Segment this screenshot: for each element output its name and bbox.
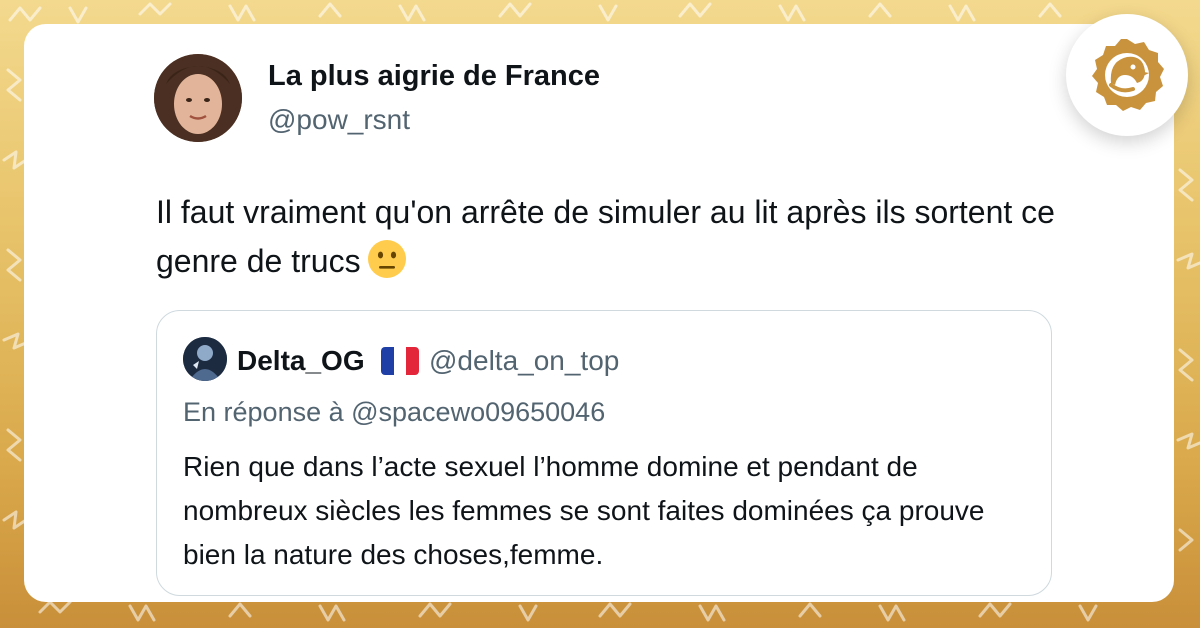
neutral-face-emoji-icon bbox=[367, 240, 406, 278]
tweet-text: Il faut vraiment qu'on arrête de simuler… bbox=[156, 188, 1056, 286]
quoted-author-avatar[interactable] bbox=[183, 337, 227, 381]
brand-logo bbox=[1066, 14, 1188, 136]
quoted-avatar-image bbox=[183, 337, 227, 381]
author-name[interactable]: La plus aigrie de France bbox=[268, 60, 600, 93]
author-handle[interactable]: @pow_rsnt bbox=[268, 104, 410, 136]
reply-to-label: En réponse à @spacewo09650046 bbox=[183, 397, 606, 427]
bird-logo-icon bbox=[1092, 39, 1164, 111]
quoted-author-handle[interactable]: @delta_on_top bbox=[429, 345, 619, 377]
quoted-author-name[interactable]: Delta_OG bbox=[237, 345, 365, 377]
tweet-text-content: Il faut vraiment qu'on arrête de simuler… bbox=[156, 194, 1055, 279]
quoted-tweet-text: Rien que dans l’acte sexuel l’homme domi… bbox=[183, 451, 985, 570]
quoted-tweet[interactable]: Delta_OG @delta_on_top En réponse à @spa… bbox=[156, 310, 1052, 596]
avatar-image bbox=[154, 54, 242, 142]
author-avatar[interactable] bbox=[154, 54, 242, 142]
france-flag-icon bbox=[381, 347, 419, 375]
